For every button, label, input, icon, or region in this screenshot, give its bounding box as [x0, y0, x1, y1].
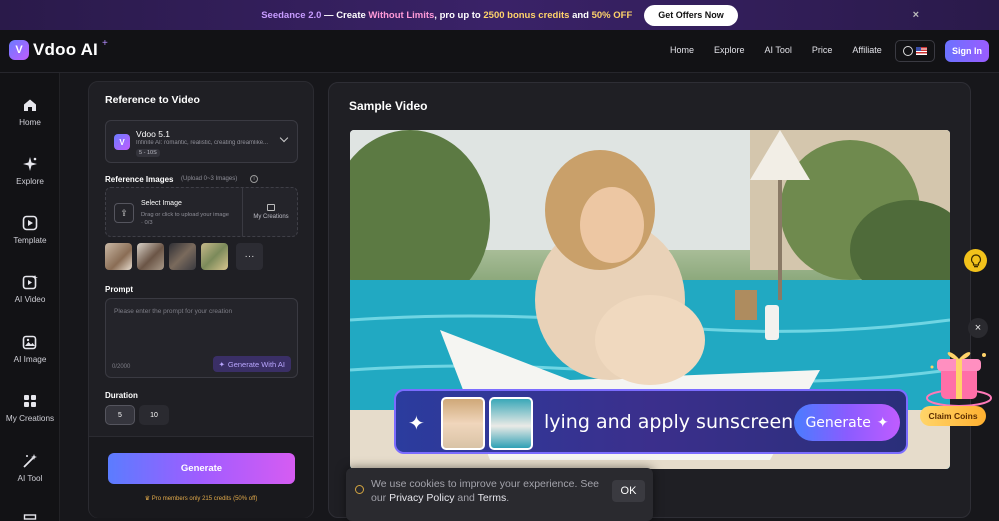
us-flag-icon: [916, 47, 927, 55]
sidebar-item-template[interactable]: Template: [0, 215, 60, 245]
cookie-banner: We use cookies to improve your experienc…: [346, 468, 653, 521]
nav-explore[interactable]: Explore: [714, 45, 745, 55]
logo-spark-icon: +: [101, 37, 108, 49]
nav-affiliate[interactable]: Affiliate: [852, 45, 881, 55]
duration-title: Duration: [105, 391, 138, 400]
prompt-placeholder: Please enter the prompt for your creatio…: [114, 308, 233, 315]
model-name: Vdoo 5.1: [136, 129, 171, 139]
sparkle-icon: ✦: [218, 359, 225, 369]
prompt-title: Prompt: [105, 285, 133, 294]
sample-video-panel: Sample Video ✦ lying and apply sunscreen…: [328, 82, 971, 518]
close-icon[interactable]: ×: [968, 318, 988, 338]
brand-name: Vdoo AI: [33, 40, 98, 59]
pro-credits-note: ♛ Pro members only 215 credits (50% off): [144, 496, 258, 502]
model-duration-badge: 5 - 10S: [136, 149, 160, 157]
privacy-policy-link[interactable]: Privacy Policy: [389, 492, 454, 504]
prompt-thumbnail: [489, 397, 533, 450]
my-creations-button[interactable]: My Creations: [243, 188, 299, 236]
sample-video-title: Sample Video: [349, 99, 428, 113]
prompt-input[interactable]: Please enter the prompt for your creatio…: [105, 298, 298, 378]
sidebar-item-my-creations[interactable]: My Creations: [0, 393, 60, 423]
globe-icon: [903, 46, 913, 56]
reference-to-video-panel: Reference to Video V Vdoo 5.1 Infinite A…: [88, 81, 314, 518]
sidebar-item-ai-image[interactable]: AI Image: [0, 334, 60, 364]
gift-box-icon[interactable]: [924, 343, 994, 408]
prompt-thumbnail: [441, 397, 485, 450]
claim-coins-button[interactable]: Claim Coins: [920, 406, 986, 426]
terms-link[interactable]: Terms: [478, 492, 507, 504]
promo-close-icon[interactable]: ×: [913, 9, 919, 21]
sidebar-item-ai-tool[interactable]: AI Tool: [0, 453, 60, 483]
promo-banner: Seedance 2.0 — Create Without Limits, pr…: [0, 0, 999, 30]
more-thumbnails-button[interactable]: ···: [236, 243, 263, 270]
cookie-ok-button[interactable]: OK: [612, 480, 645, 502]
generate-button[interactable]: Generate: [108, 453, 295, 484]
panel-footer: Generate ♛ Pro members only 215 credits …: [89, 436, 313, 518]
logo-icon: V: [9, 40, 29, 60]
prompt-generate-bar: ✦ lying and apply sunscreen Generate ✦: [394, 389, 908, 454]
top-navbar: V Vdoo AI + Home Explore AI Tool Price A…: [0, 30, 999, 73]
prompt-caption: lying and apply sunscreen: [544, 411, 794, 433]
language-selector[interactable]: [895, 40, 935, 62]
lightbulb-icon[interactable]: [964, 249, 987, 272]
ai-image-icon: [22, 334, 38, 350]
sidebar-gift-icon[interactable]: [0, 510, 60, 521]
nav-ai-tool[interactable]: AI Tool: [765, 45, 792, 55]
grid-icon: [22, 393, 38, 409]
sparkle-icon: ✦: [408, 413, 425, 435]
sparkle-icon: [22, 156, 38, 172]
sample-generate-button[interactable]: Generate ✦: [794, 404, 900, 441]
prompt-char-count: 0/2000: [112, 364, 131, 370]
promo-text: Seedance 2.0 — Create Without Limits, pr…: [261, 9, 633, 21]
image-upload-area[interactable]: ⇪ Select Image Drag or click to upload y…: [105, 187, 298, 237]
reference-thumbnail[interactable]: [201, 243, 228, 270]
upload-title: Select Image: [141, 200, 182, 207]
upload-subtitle: Drag or click to upload your image · 0/3: [141, 212, 229, 226]
nav-price[interactable]: Price: [812, 45, 833, 55]
model-selector[interactable]: V Vdoo 5.1 Infinite AI: romantic, realis…: [105, 120, 298, 163]
model-logo-icon: V: [114, 134, 130, 150]
reference-images-title: Reference Images: [105, 175, 174, 184]
cookie-text: We use cookies to improve your experienc…: [371, 478, 600, 504]
sidebar: Home Explore Template AI Video AI Image …: [0, 73, 60, 521]
sparkle-icon: ✦: [876, 414, 889, 431]
reference-images-hint: (Upload 0~3 Images): [181, 176, 238, 182]
nav-links: Home Explore AI Tool Price Affiliate: [670, 45, 902, 55]
reference-thumbnails: ···: [105, 243, 263, 270]
upload-icon: ⇪: [114, 203, 134, 223]
template-icon: [22, 215, 38, 231]
cookie-icon: [355, 485, 364, 494]
sign-in-button[interactable]: Sign In: [945, 40, 989, 62]
ai-video-icon: [22, 274, 38, 290]
nav-home[interactable]: Home: [670, 45, 694, 55]
sidebar-item-home[interactable]: Home: [0, 97, 60, 127]
gift-icon: [22, 510, 38, 521]
crown-icon: ♛: [144, 496, 151, 502]
reference-thumbnail[interactable]: [105, 243, 132, 270]
panel-title: Reference to Video: [105, 94, 200, 106]
sidebar-item-explore[interactable]: Explore: [0, 156, 60, 186]
duration-option-5[interactable]: 5: [105, 405, 135, 425]
magic-wand-icon: [22, 453, 38, 469]
logo[interactable]: V Vdoo AI +: [9, 37, 108, 60]
sidebar-item-ai-video[interactable]: AI Video: [0, 274, 60, 304]
reference-thumbnail[interactable]: [137, 243, 164, 270]
chevron-down-icon: [279, 133, 289, 143]
info-icon[interactable]: i: [250, 175, 258, 183]
image-icon: [267, 204, 275, 211]
sample-video[interactable]: ✦ lying and apply sunscreen Generate ✦: [350, 130, 950, 469]
generate-with-ai-button[interactable]: ✦ Generate With AI: [212, 356, 291, 372]
model-description: Infinite AI: romantic, realistic, creati…: [136, 140, 269, 146]
get-offers-button[interactable]: Get Offers Now: [644, 4, 738, 26]
duration-option-10[interactable]: 10: [139, 405, 169, 425]
reference-thumbnail[interactable]: [169, 243, 196, 270]
home-icon: [22, 97, 38, 113]
